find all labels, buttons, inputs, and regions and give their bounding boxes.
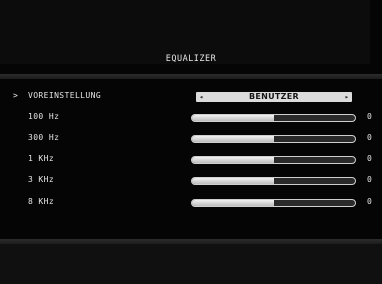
band-label: 300 Hz <box>28 133 60 142</box>
preset-selector[interactable]: ◂ BENUTZER ▸ <box>196 92 352 102</box>
menu-item-band-100hz[interactable]: 100 Hz 0 <box>0 109 382 127</box>
menu-item-band-1khz[interactable]: 1 KHz 0 <box>0 151 382 169</box>
band-label: 100 Hz <box>28 112 60 121</box>
band-value: 0 <box>367 197 372 206</box>
band-slider[interactable] <box>191 199 356 207</box>
osd-screen: EQUALIZER > VOREINSTELLUNG ◂ BENUTZER ▸ … <box>0 0 382 284</box>
band-slider[interactable] <box>191 114 356 122</box>
top-divider <box>0 74 382 79</box>
band-value: 0 <box>367 112 372 121</box>
band-value: 0 <box>367 154 372 163</box>
footer-area <box>0 244 382 284</box>
band-value: 0 <box>367 175 372 184</box>
band-label: 8 KHz <box>28 197 55 206</box>
band-slider[interactable] <box>191 177 356 185</box>
slider-fill <box>192 178 274 184</box>
slider-fill <box>192 136 274 142</box>
menu-item-band-8khz[interactable]: 8 KHz 0 <box>0 194 382 212</box>
selection-cursor-icon: > <box>13 91 18 100</box>
band-value: 0 <box>367 133 372 142</box>
slider-fill <box>192 115 274 121</box>
preset-label: VOREINSTELLUNG <box>28 91 102 100</box>
slider-fill <box>192 200 274 206</box>
menu-item-band-3khz[interactable]: 3 KHz 0 <box>0 172 382 190</box>
band-label: 1 KHz <box>28 154 55 163</box>
slider-fill <box>192 157 274 163</box>
menu-item-band-300hz[interactable]: 300 Hz 0 <box>0 130 382 148</box>
preset-value: BENUTZER <box>248 92 300 101</box>
arrow-right-icon[interactable]: ▸ <box>345 93 349 101</box>
menu-item-preset[interactable]: > VOREINSTELLUNG ◂ BENUTZER ▸ <box>0 88 382 106</box>
band-label: 3 KHz <box>28 175 55 184</box>
band-slider[interactable] <box>191 135 356 143</box>
page-title: EQUALIZER <box>165 54 217 64</box>
band-slider[interactable] <box>191 156 356 164</box>
